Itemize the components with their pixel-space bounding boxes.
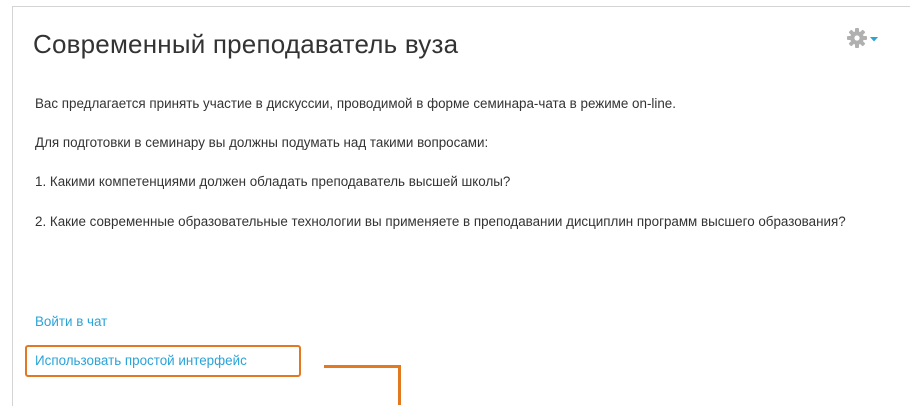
question-1: 1. Какими компетенциями должен обладать … (35, 174, 511, 189)
gear-icon (847, 28, 867, 48)
settings-menu-button[interactable] (845, 25, 883, 51)
page-title: Современный преподаватель вуза (33, 29, 459, 59)
callout-line-horizontal (324, 365, 401, 368)
highlight-frame (25, 345, 301, 377)
enter-chat-link[interactable]: Войти в чат (35, 314, 107, 329)
preparation-text: Для подготовки в семинару вы должны поду… (35, 135, 489, 150)
callout-line-vertical (398, 365, 401, 405)
intro-text: Вас предлагается принять участие в диску… (35, 96, 676, 111)
page: Современный преподаватель вуза Вас предл… (0, 0, 912, 406)
question-2: 2. Какие современные образовательные тех… (35, 214, 846, 229)
caret-down-icon (870, 37, 878, 42)
